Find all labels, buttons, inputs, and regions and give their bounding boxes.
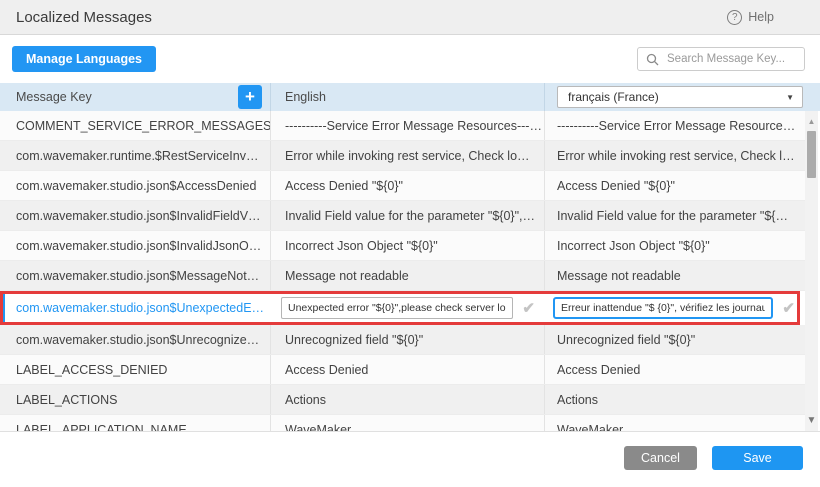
message-key-cell[interactable]: com.wavemaker.runtime.$RestServiceInv…	[0, 141, 271, 170]
column-header-english: English	[271, 83, 545, 111]
language-select-value: français (France)	[568, 90, 659, 104]
table-row: COMMENT_SERVICE_ERROR_MESSAGES ---------…	[0, 111, 805, 141]
english-cell[interactable]: Message not readable	[271, 261, 545, 290]
chevron-down-icon: ▼	[786, 93, 794, 102]
save-button[interactable]: Save	[712, 446, 803, 470]
french-cell[interactable]: Message not readable	[545, 261, 805, 290]
table-row: LABEL_ACCESS_DENIED Access Denied Access…	[0, 355, 805, 385]
scrollbar-thumb[interactable]	[807, 131, 816, 178]
table-row: com.wavemaker.studio.json$MessageNot… Me…	[0, 261, 805, 291]
table-header: Message Key + English français (France) …	[0, 83, 820, 111]
table-row: com.wavemaker.studio.json$InvalidFieldV……	[0, 201, 805, 231]
english-cell[interactable]: WaveMaker	[271, 415, 545, 432]
french-cell[interactable]: WaveMaker	[545, 415, 805, 432]
french-cell[interactable]: Access Denied	[545, 355, 805, 384]
english-cell[interactable]: Access Denied "${0}"	[271, 171, 545, 200]
english-cell[interactable]: Unrecognized field "${0}"	[271, 325, 545, 354]
english-cell[interactable]: Incorrect Json Object "${0}"	[271, 231, 545, 260]
search-box[interactable]	[637, 47, 805, 71]
english-cell[interactable]: Actions	[271, 385, 545, 414]
message-key-cell[interactable]: com.wavemaker.studio.json$AccessDenied	[0, 171, 271, 200]
message-key-cell-selected[interactable]: com.wavemaker.studio.json$UnexpectedE…	[0, 291, 271, 325]
message-key-cell[interactable]: com.wavemaker.studio.json$InvalidFieldV…	[0, 201, 271, 230]
table-scrollbar[interactable]: ▲ ▼	[805, 111, 818, 431]
table-row: com.wavemaker.studio.json$AccessDenied A…	[0, 171, 805, 201]
table-row: LABEL_APPLICATION_NAME WaveMaker WaveMak…	[0, 415, 805, 432]
french-cell-editing: ✔	[545, 291, 805, 325]
table-body: COMMENT_SERVICE_ERROR_MESSAGES ---------…	[0, 111, 820, 432]
manage-languages-button[interactable]: Manage Languages	[12, 46, 156, 72]
help-icon: ?	[727, 10, 742, 25]
english-cell-editing: ✔	[271, 291, 545, 325]
message-key-cell[interactable]: LABEL_ACTIONS	[0, 385, 271, 414]
english-cell[interactable]: Error while invoking rest service, Check…	[271, 141, 545, 170]
message-key-cell[interactable]: com.wavemaker.studio.json$InvalidJsonO…	[0, 231, 271, 260]
english-cell[interactable]: Invalid Field value for the parameter "$…	[271, 201, 545, 230]
table-row-selected: com.wavemaker.studio.json$UnexpectedE… ✔…	[0, 291, 805, 325]
language-select[interactable]: français (France) ▼	[557, 86, 803, 108]
search-input[interactable]	[665, 52, 796, 66]
toolbar: Manage Languages	[0, 35, 820, 83]
column-header-language: français (France) ▼	[545, 83, 820, 111]
table-row: com.wavemaker.studio.json$InvalidJsonO… …	[0, 231, 805, 261]
english-label: English	[285, 90, 326, 104]
message-key-cell[interactable]: COMMENT_SERVICE_ERROR_MESSAGES	[0, 111, 271, 140]
page-title: Localized Messages	[16, 9, 152, 26]
french-cell[interactable]: Unrecognized field "${0}"	[545, 325, 805, 354]
titlebar: Localized Messages ? Help	[0, 0, 820, 35]
table-row: LABEL_ACTIONS Actions Actions	[0, 385, 805, 415]
help-label: Help	[748, 10, 774, 24]
message-key-cell[interactable]: com.wavemaker.studio.json$Unrecognize…	[0, 325, 271, 354]
confirm-check-icon[interactable]: ✔	[782, 299, 795, 317]
french-cell[interactable]: ----------Service Error Message Resource…	[545, 111, 805, 140]
french-cell[interactable]: Invalid Field value for the parameter "$…	[545, 201, 805, 230]
cancel-button[interactable]: Cancel	[624, 446, 697, 470]
scroll-up-icon[interactable]: ▲	[808, 117, 816, 126]
selected-row-indicator	[0, 291, 5, 325]
french-cell[interactable]: Incorrect Json Object "${0}"	[545, 231, 805, 260]
scroll-down-icon[interactable]: ▼	[807, 415, 817, 426]
french-cell[interactable]: Actions	[545, 385, 805, 414]
add-message-key-button[interactable]: +	[238, 85, 262, 109]
french-cell[interactable]: Error while invoking rest service, Check…	[545, 141, 805, 170]
french-message-input[interactable]	[553, 297, 773, 319]
localized-messages-dialog: Localized Messages ? Help Manage Languag…	[0, 0, 820, 470]
message-key-cell[interactable]: LABEL_ACCESS_DENIED	[0, 355, 271, 384]
table-row: com.wavemaker.runtime.$RestServiceInv… E…	[0, 141, 805, 171]
message-key-cell[interactable]: com.wavemaker.studio.json$MessageNot…	[0, 261, 271, 290]
footer: Cancel Save	[0, 432, 820, 470]
help-button[interactable]: ? Help	[727, 10, 774, 25]
english-message-input[interactable]	[281, 297, 513, 319]
table-row: com.wavemaker.studio.json$Unrecognize… U…	[0, 325, 805, 355]
message-key-cell[interactable]: LABEL_APPLICATION_NAME	[0, 415, 271, 432]
column-header-message-key: Message Key +	[0, 83, 271, 111]
message-key-label: Message Key	[16, 90, 92, 104]
french-cell[interactable]: Access Denied "${0}"	[545, 171, 805, 200]
confirm-check-icon[interactable]: ✔	[522, 299, 535, 317]
search-icon	[646, 53, 659, 66]
english-cell[interactable]: Access Denied	[271, 355, 545, 384]
english-cell[interactable]: ----------Service Error Message Resource…	[271, 111, 545, 140]
